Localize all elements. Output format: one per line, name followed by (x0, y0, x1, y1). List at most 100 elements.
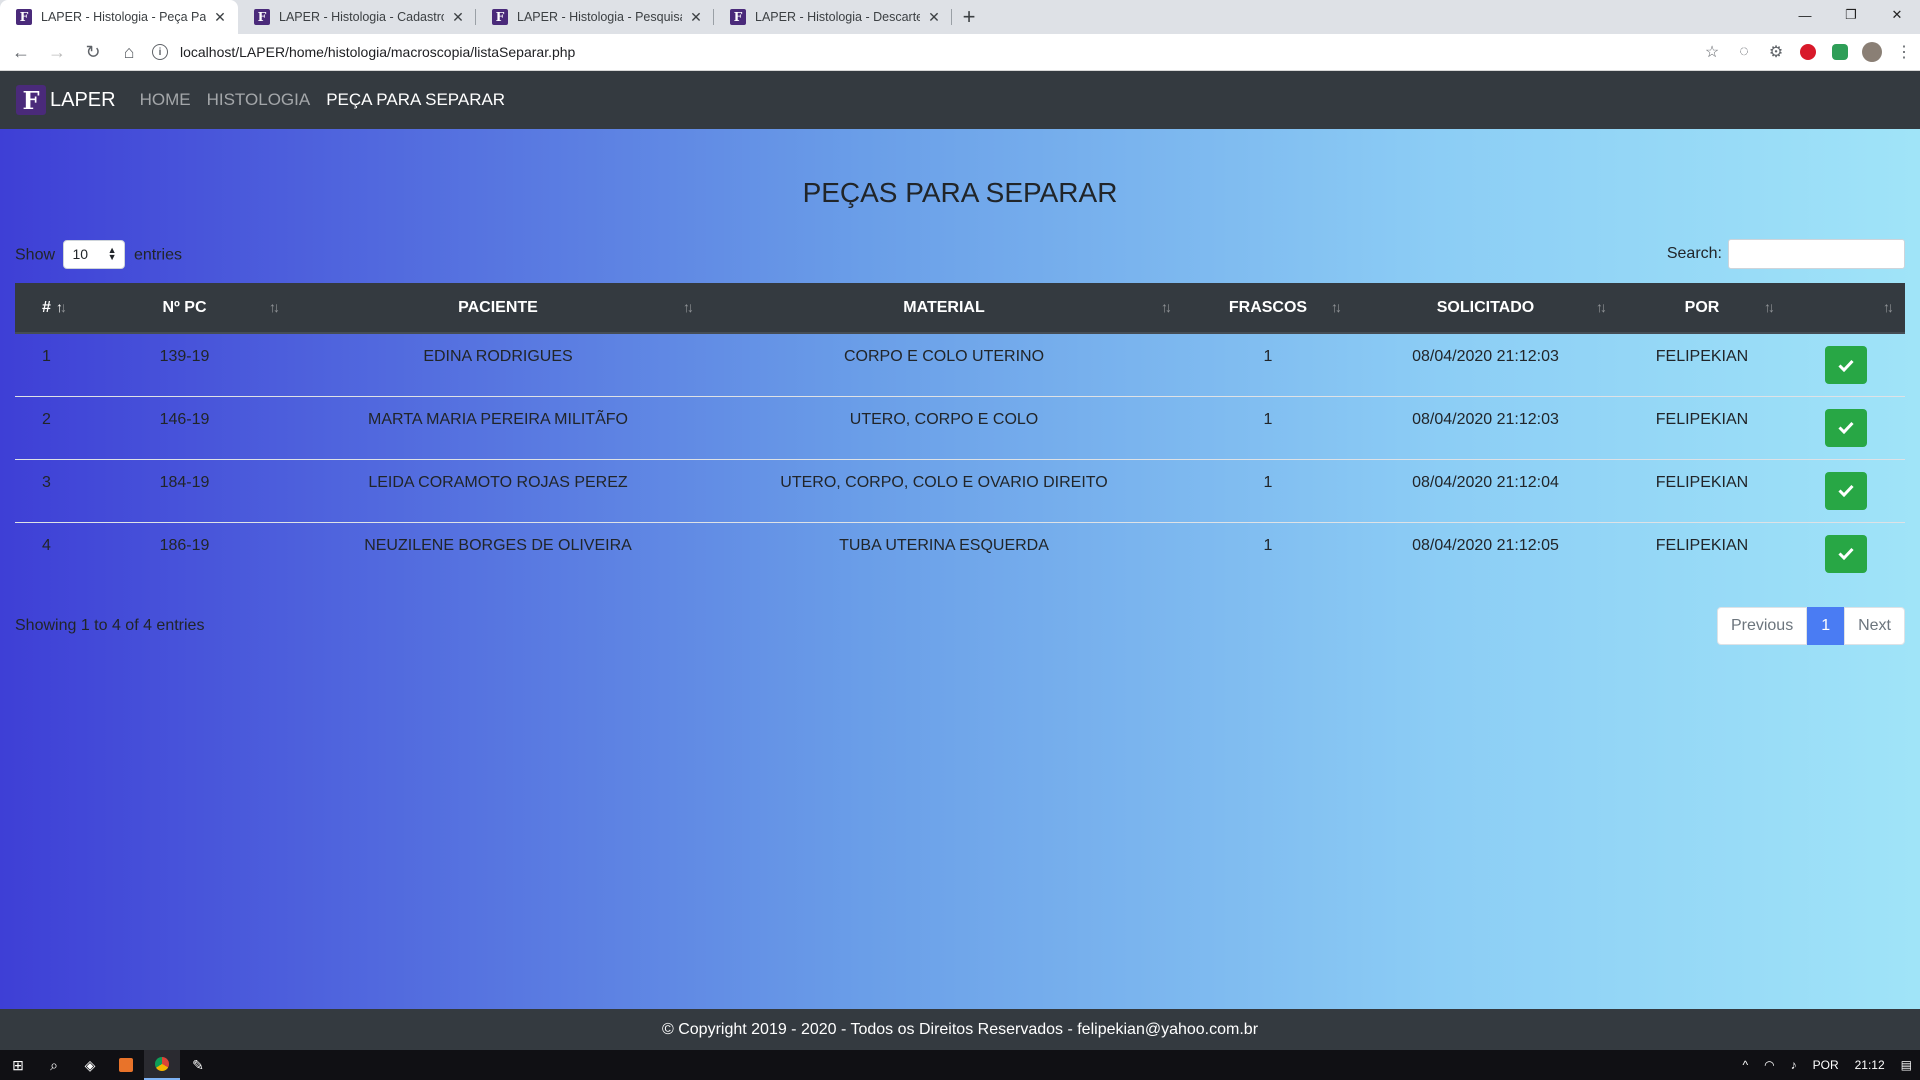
nav-peca-para-separar[interactable]: PEÇA PARA SEPARAR (326, 90, 505, 110)
chevron-up-icon[interactable]: ^ (1742, 1058, 1748, 1072)
tab-title: LAPER - Histologia - Peça Para Se (41, 10, 206, 24)
col-header-por[interactable]: POR ↑↓ (1618, 283, 1786, 334)
confirm-button[interactable] (1824, 346, 1867, 384)
opera-extension-icon[interactable] (1792, 37, 1824, 67)
browser-tab-2[interactable]: F LAPER - Histologia - Pesquisar Re ✕ (476, 0, 714, 34)
col-header-paciente[interactable]: PACIENTE ↑↓ (291, 283, 705, 334)
cell-material: UTERO, CORPO E COLO (705, 396, 1183, 460)
cell-paciente: MARTA MARIA PEREIRA MILITÃFO (291, 396, 705, 460)
confirm-button[interactable] (1824, 408, 1867, 447)
table-row: 2 146-19 MARTA MARIA PEREIRA MILITÃFO UT… (15, 396, 1905, 460)
brand-name: LAPER (50, 88, 116, 111)
table-row: 3 184-19 LEIDA CORAMOTO ROJAS PEREZ UTER… (15, 459, 1905, 523)
site-footer: © Copyright 2019 - 2020 - Todos os Direi… (0, 1009, 1920, 1050)
cell-material: TUBA UTERINA ESQUERDA (839, 536, 1049, 554)
laper-logo-icon: F (16, 85, 46, 115)
table-info: Showing 1 to 4 of 4 entries (15, 617, 205, 634)
main-container: PEÇAS PARA SEPARAR Show 10 ▲ ▼ entries Se… (15, 129, 1905, 645)
forward-arrow-icon[interactable]: → (42, 37, 72, 67)
table-header-row: # ↑↓ Nº PC ↑↓ PACIENTE ↑↓ MATERIAL ↑↓ FRASCO… (15, 283, 1905, 334)
system-tray: ^ ◠ ♪ POR 21:12 ▤ (1734, 1050, 1920, 1080)
shield-extension-icon[interactable] (1824, 37, 1856, 67)
cell-por: FELIPEKIAN (1618, 459, 1786, 523)
close-icon[interactable]: ✕ (212, 9, 228, 26)
search-input[interactable] (1728, 239, 1905, 269)
clock[interactable]: 21:12 (1855, 1058, 1885, 1072)
col-header-solicitado[interactable]: SOLICITADO ↑↓ (1353, 283, 1618, 334)
home-icon[interactable]: ⌂ (114, 37, 144, 67)
cell-material: CORPO E COLO UTERINO (705, 333, 1183, 397)
star-bookmark-icon[interactable]: ☆ (1696, 37, 1728, 67)
maximize-icon[interactable]: ❐ (1828, 0, 1874, 30)
entries-length-select[interactable]: 10 ▲ ▼ (63, 239, 126, 269)
brand[interactable]: F LAPER (16, 85, 116, 115)
laper-favicon-icon: F (492, 9, 508, 25)
paint-icon[interactable]: ✎ (180, 1050, 216, 1080)
copyright-text: © Copyright 2019 - 2020 - Todos os Direi… (661, 1020, 1259, 1038)
col-label: FRASCOS (1228, 298, 1308, 316)
table-row: 1 139-19 EDINA RODRIGUES CORPO E COLO UT… (15, 333, 1905, 397)
cell-pc: 139-19 (78, 333, 291, 397)
window-close-icon[interactable]: ✕ (1874, 0, 1920, 30)
cell-frascos: 1 (1183, 459, 1353, 523)
next-button[interactable]: Next (1844, 607, 1905, 645)
window-controls: — ❐ ✕ (1782, 0, 1920, 30)
reload-icon[interactable]: ↻ (78, 37, 108, 67)
extension-icon[interactable]: ◌ (1728, 37, 1760, 67)
col-header-pc[interactable]: Nº PC ↑↓ (78, 283, 291, 334)
pieces-table: # ↑↓ Nº PC ↑↓ PACIENTE ↑↓ MATERIAL ↑↓ FRASCO… (15, 283, 1905, 585)
nav-home[interactable]: HOME (140, 90, 191, 110)
language-indicator[interactable]: POR (1813, 1058, 1839, 1072)
extension-icon[interactable]: ⚙ (1760, 37, 1792, 67)
confirm-button[interactable] (1824, 534, 1867, 573)
cell-paciente: LEIDA CORAMOTO ROJAS PEREZ (291, 459, 705, 523)
site-navbar: F LAPER HOME HISTOLOGIA PEÇA PARA SEPARA… (0, 71, 1920, 129)
avatar[interactable] (1856, 37, 1888, 67)
select-arrows-icon: ▲ ▼ (107, 245, 117, 262)
cell-por: FELIPEKIAN (1618, 333, 1786, 397)
windows-start-icon[interactable]: ⊞ (0, 1050, 36, 1080)
col-header-frascos[interactable]: FRASCOS ↑↓ (1183, 283, 1353, 334)
url-field[interactable]: i localhost/LAPER/home/histologia/macros… (152, 38, 1688, 66)
chrome-icon[interactable] (144, 1050, 180, 1080)
browser-tab-1[interactable]: F LAPER - Histologia - Cadastro de ✕ (238, 0, 476, 34)
confirm-button[interactable] (1824, 471, 1867, 510)
browser-tab-0[interactable]: F LAPER - Histologia - Peça Para Se ✕ (0, 0, 238, 34)
col-header-material[interactable]: MATERIAL ↑↓ (705, 283, 1183, 334)
cell-num: 1 (15, 333, 78, 397)
close-icon[interactable]: ✕ (688, 9, 704, 26)
os-taskbar: ⊞ ⌕ ◈ ✎ ^ ◠ ♪ POR 21:12 ▤ (0, 1050, 1920, 1080)
cell-por: FELIPEKIAN (1618, 396, 1786, 460)
previous-button[interactable]: Previous (1716, 607, 1808, 645)
col-header-num[interactable]: # ↑↓ (15, 283, 78, 334)
tab-title: LAPER - Histologia - Descarte (755, 10, 920, 24)
cell-frascos: 1 (1183, 333, 1353, 397)
search-icon[interactable]: ⌕ (36, 1050, 72, 1080)
virtualbox-icon[interactable]: ◈ (72, 1050, 108, 1080)
sort-icon: ↑↓ (1883, 299, 1894, 315)
notification-icon[interactable]: ▤ (1901, 1058, 1912, 1072)
wifi-icon[interactable]: ◠ (1764, 1058, 1774, 1072)
new-tab-plus-icon[interactable]: + (952, 0, 986, 34)
cell-paciente: NEUZILENE BORGES DE OLIVEIRA (364, 536, 632, 554)
col-label: Nº PC (162, 298, 207, 316)
close-icon[interactable]: ✕ (450, 9, 466, 26)
back-arrow-icon[interactable]: ← (6, 37, 36, 67)
table-footer: Showing 1 to 4 of 4 entries Previous 1 N… (15, 607, 1905, 645)
col-label: # (42, 298, 51, 316)
col-label: PACIENTE (458, 298, 538, 316)
app-icon[interactable] (108, 1050, 144, 1080)
laper-favicon-icon: F (254, 9, 270, 25)
minimize-icon[interactable]: — (1782, 0, 1828, 30)
close-icon[interactable]: ✕ (926, 9, 942, 26)
menu-kebab-icon[interactable]: ⋮ (1888, 37, 1920, 67)
sort-icon: ↑↓ (1161, 299, 1172, 315)
col-header-action[interactable]: ↑↓ (1786, 283, 1905, 334)
address-bar: ← → ↻ ⌂ i localhost/LAPER/home/histologi… (0, 34, 1920, 71)
nav-histologia[interactable]: HISTOLOGIA (207, 90, 311, 110)
check-icon (1837, 359, 1854, 372)
browser-tab-3[interactable]: F LAPER - Histologia - Descarte ✕ (714, 0, 952, 34)
volume-icon[interactable]: ♪ (1791, 1058, 1797, 1072)
info-icon[interactable]: i (152, 44, 168, 60)
page-1-button[interactable]: 1 (1807, 607, 1845, 645)
